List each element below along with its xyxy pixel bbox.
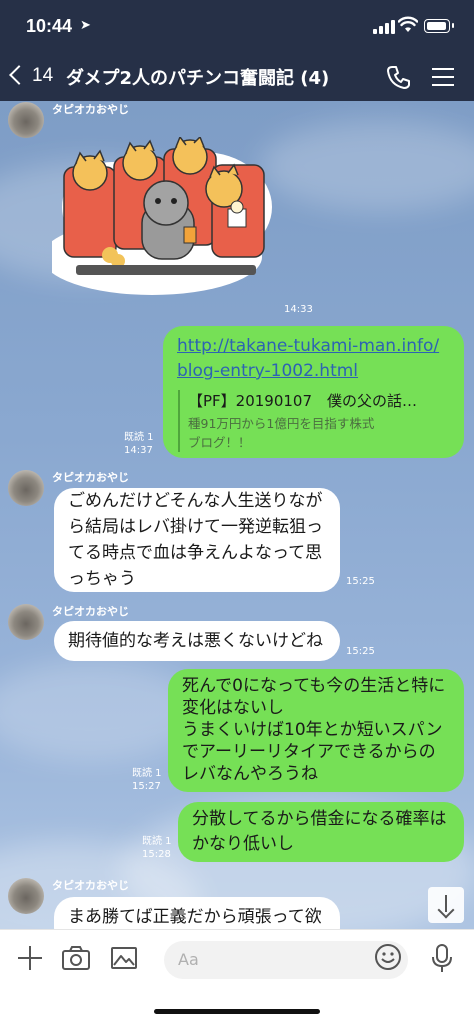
message-text: まあ勝てば正義だから頑張って欲	[68, 907, 322, 927]
chevron-left-icon	[9, 65, 29, 85]
message-time: 15:28	[142, 849, 171, 860]
wifi-icon	[398, 16, 418, 32]
scroll-to-bottom-button[interactable]	[428, 887, 464, 923]
avatar[interactable]	[8, 878, 44, 914]
chat-area[interactable]: タピオカおやじ 14:33 既読 1 14:37 http://takane-t…	[0, 101, 474, 929]
message-time: 15:27	[132, 781, 161, 792]
emoji-icon[interactable]	[374, 943, 402, 971]
sender-name: タピオカおやじ	[52, 605, 129, 618]
top-bar: 10:44 ➤ 14 ダメプ2人のパチンコ奮闘記 (4)	[0, 0, 474, 101]
message-text-line: てる時点で血は争えんよなって思	[68, 543, 323, 563]
sender-name: タピオカおやじ	[52, 103, 129, 116]
plus-icon[interactable]	[14, 942, 46, 974]
message-text-line: かなり低いし	[192, 834, 294, 854]
link-message-bubble[interactable]: http://takane-tukami-man.info/ blog-entr…	[163, 326, 464, 458]
location-arrow-icon: ➤	[80, 18, 91, 33]
sender-name: タピオカおやじ	[52, 879, 129, 892]
read-status: 既読 1	[124, 432, 154, 443]
link-preview[interactable]: 【PF】20190107 僕の父の話… 種91万円から1億円を目指す株式 ブログ…	[178, 390, 448, 452]
message-bubble-outgoing[interactable]: 分散してるから借金になる確率は かなり低いし	[178, 802, 464, 862]
link-url-line: http://takane-tukami-man.info/	[177, 336, 440, 356]
message-text-line: 変化はないし	[182, 698, 284, 718]
avatar[interactable]	[8, 470, 44, 506]
message-text-line: 死んで0になっても今の生活と特に	[182, 676, 446, 696]
avatar[interactable]	[8, 604, 44, 640]
sender-name: タピオカおやじ	[52, 471, 129, 484]
cat-sticker-image[interactable]	[52, 137, 274, 297]
avatar[interactable]	[8, 102, 44, 138]
link-preview-title: 【PF】20190107 僕の父の話…	[188, 392, 418, 410]
message-time: 14:37	[124, 445, 153, 456]
link-url-line: blog-entry-1002.html	[177, 361, 359, 381]
message-text-line: 分散してるから借金になる確率は	[192, 809, 447, 829]
cellular-signal-icon	[373, 20, 395, 34]
back-button[interactable]: 14	[9, 62, 60, 92]
microphone-icon[interactable]	[428, 943, 456, 973]
hamburger-menu-icon[interactable]	[432, 66, 456, 88]
message-text-line: うまくいけば10年とか短いスパン	[182, 720, 443, 740]
status-bar: 10:44 ➤	[0, 0, 474, 54]
message-input[interactable]: Aa	[164, 941, 408, 979]
message-time: 15:25	[346, 576, 375, 587]
message-bubble-incoming[interactable]: ごめんだけどそんな人生送りなが ら結局はレバ掛けて一発逆転狙っ てる時点で血は争…	[54, 488, 340, 592]
message-link[interactable]: http://takane-tukami-man.info/ blog-entr…	[177, 334, 450, 384]
message-bubble-incoming[interactable]: まあ勝てば正義だから頑張って欲	[54, 897, 340, 929]
message-text-line: ごめんだけどそんな人生送りなが	[68, 491, 323, 511]
link-preview-description-line: 種91万円から1億円を目指す株式	[188, 416, 375, 431]
chat-header: 14 ダメプ2人のパチンコ奮闘記 (4)	[0, 54, 474, 101]
read-status: 既読 1	[132, 768, 162, 779]
read-status: 既読 1	[142, 836, 172, 847]
unread-count: 14	[32, 65, 54, 86]
message-text: 期待値的な考えは悪くないけどね	[68, 631, 323, 651]
phone-icon[interactable]	[384, 62, 414, 92]
home-indicator	[154, 1009, 320, 1014]
message-text-line: レバなんやろうね	[182, 764, 318, 784]
message-input-bar: Aa	[0, 929, 474, 1024]
chat-title: ダメプ2人のパチンコ奮闘記 (4)	[66, 68, 330, 89]
message-time: 14:33	[284, 304, 313, 315]
image-icon[interactable]	[108, 942, 140, 974]
message-text-line: ら結局はレバ掛けて一発逆転狙っ	[68, 517, 323, 537]
message-text-line: っちゃう	[68, 569, 136, 589]
message-input-placeholder: Aa	[178, 950, 199, 969]
message-text-line: でアーリーリタイアできるからの	[182, 742, 436, 762]
link-preview-description-line: ブログ！！	[188, 435, 251, 450]
battery-icon	[424, 19, 454, 33]
camera-icon[interactable]	[60, 942, 92, 974]
message-bubble-outgoing[interactable]: 死んで0になっても今の生活と特に 変化はないし うまくいけば10年とか短いスパン…	[168, 669, 464, 792]
status-time: 10:44	[26, 16, 73, 36]
message-time: 15:25	[346, 646, 375, 657]
link-preview-description: 種91万円から1億円を目指す株式 ブログ！！	[188, 414, 448, 452]
message-bubble-incoming[interactable]: 期待値的な考えは悪くないけどね	[54, 621, 340, 661]
